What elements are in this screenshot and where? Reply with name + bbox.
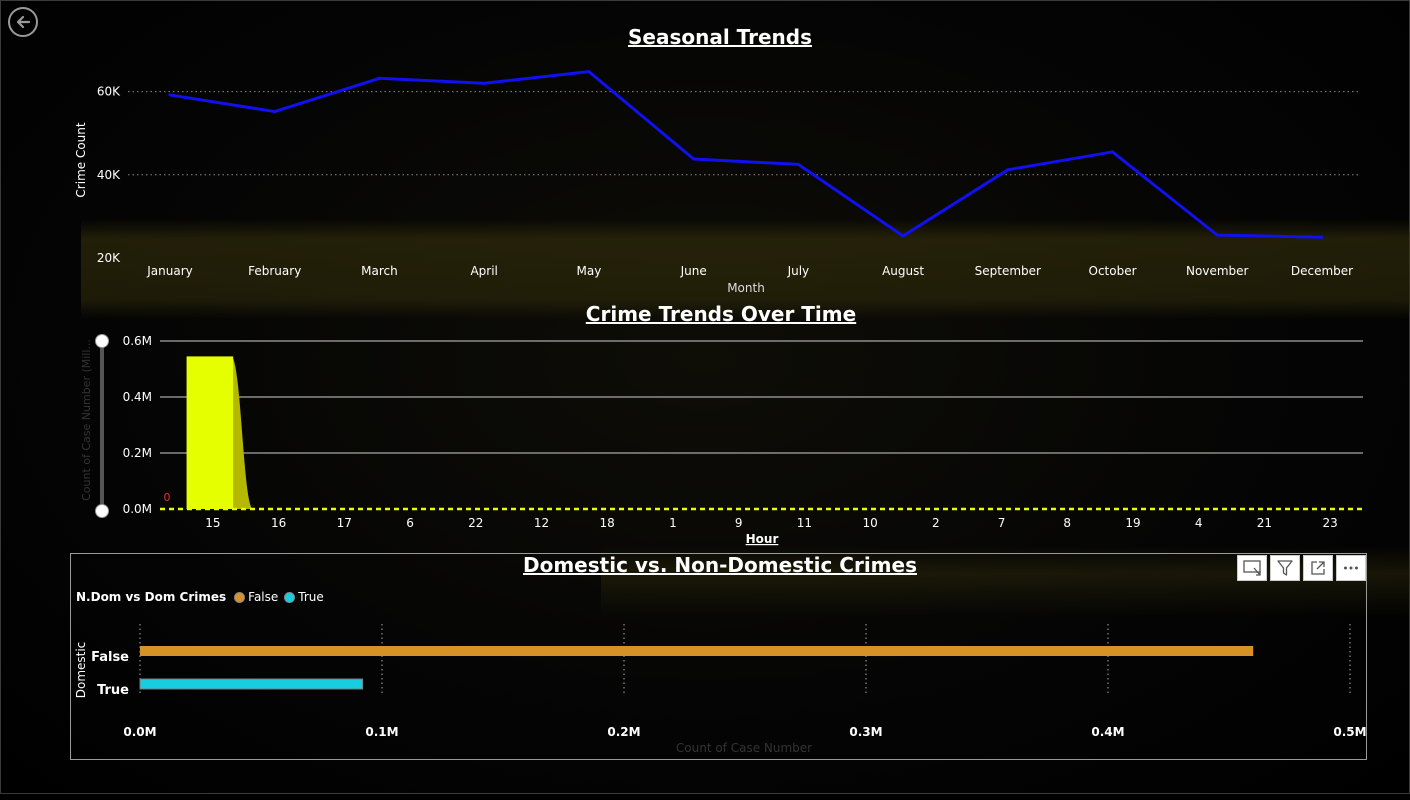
data-point	[482, 81, 486, 85]
x-tick-label: February	[248, 264, 301, 278]
data-point	[796, 162, 800, 166]
x-tick-label: 21	[1257, 516, 1272, 530]
x-axis-label: Count of Case Number	[676, 741, 812, 755]
x-tick-label: January	[146, 264, 193, 278]
expand-button[interactable]	[1303, 555, 1333, 581]
x-tick-label: October	[1089, 264, 1137, 278]
x-tick-label: 0.3M	[849, 725, 882, 739]
data-point	[1215, 233, 1219, 237]
data-point	[168, 93, 172, 97]
slider-top-handle[interactable]	[95, 334, 109, 348]
bar-true	[139, 678, 364, 690]
x-tick-label: May	[577, 264, 602, 278]
y-tick-label: 0.4M	[123, 390, 152, 404]
data-point	[1111, 150, 1115, 154]
x-tick-label: 1	[669, 516, 677, 530]
y-tick-label: 0.6M	[123, 334, 152, 348]
filter-icon	[1277, 560, 1293, 576]
data-point	[273, 110, 277, 114]
x-tick-label: December	[1291, 264, 1353, 278]
x-tick-label: 19	[1125, 516, 1140, 530]
filter-button[interactable]	[1270, 555, 1300, 581]
zero-annotation: 0	[164, 491, 171, 504]
data-point	[1320, 235, 1324, 239]
x-tick-label: 0.1M	[365, 725, 398, 739]
x-tick-label: 15	[205, 516, 220, 530]
y-tick-label: 0.0M	[123, 502, 152, 516]
series-line	[169, 70, 1323, 239]
expand-icon	[1311, 561, 1325, 575]
crime-trends-chart: Count of Case Number (Mill... Hour 0 0.0…	[80, 334, 1363, 546]
y-tick-label: 0.2M	[123, 446, 152, 460]
x-tick-label: 0.0M	[123, 725, 156, 739]
x-tick-label: 11	[797, 516, 812, 530]
x-tick-label: 7	[998, 516, 1006, 530]
x-tick-label: 0.2M	[607, 725, 640, 739]
x-axis-label: Hour	[746, 532, 779, 546]
y-tick-label: 40K	[97, 168, 121, 182]
x-tick-label: 10	[862, 516, 877, 530]
slider-track	[100, 340, 104, 512]
x-tick-label: 6	[406, 516, 414, 530]
data-point	[1006, 168, 1010, 172]
x-tick-label: 8	[1063, 516, 1071, 530]
focus-mode-button[interactable]	[1237, 555, 1267, 581]
x-tick-label: 18	[600, 516, 615, 530]
x-tick-label: 0.5M	[1333, 725, 1366, 739]
x-tick-label: April	[470, 264, 497, 278]
x-tick-label: 12	[534, 516, 549, 530]
y-axis-label: Crime Count	[74, 122, 88, 197]
y-tick-label: 60K	[97, 85, 121, 99]
x-tick-label: July	[787, 264, 810, 278]
y-tick-label: True	[97, 683, 129, 698]
x-tick-label: 16	[271, 516, 286, 530]
data-point	[692, 157, 696, 161]
area-mark	[186, 356, 234, 509]
bar-false	[140, 646, 1254, 656]
x-tick-label: 2	[932, 516, 940, 530]
seasonal-trends-chart: Crime Count Month 20K 40K 60K January Februa…	[74, 70, 1360, 295]
y-tick-label: 20K	[97, 251, 121, 265]
x-tick-label: June	[680, 264, 707, 278]
domestic-bar-chart: Domestic Count of Case Number 0.0M 0.1M 0.…	[74, 624, 1367, 755]
x-tick-label: November	[1186, 264, 1248, 278]
domestic-title: Domestic vs. Non-Domestic Crimes	[523, 553, 917, 577]
x-tick-label: 4	[1195, 516, 1203, 530]
slider-bottom-handle[interactable]	[95, 504, 109, 518]
x-tick-label: 17	[337, 516, 352, 530]
data-point	[901, 234, 905, 238]
data-point	[587, 70, 591, 74]
x-tick-label: September	[975, 264, 1041, 278]
y-tick-label: False	[91, 650, 129, 665]
focus-mode-icon	[1243, 560, 1261, 576]
y-axis-range-slider[interactable]	[95, 334, 109, 518]
visual-toolbar	[1237, 555, 1366, 581]
x-tick-label: 22	[468, 516, 483, 530]
y-axis-label: Count of Case Number (Mill...	[80, 339, 93, 501]
more-options-button[interactable]	[1336, 555, 1366, 581]
more-options-icon	[1344, 566, 1358, 570]
x-tick-label: 0.4M	[1091, 725, 1124, 739]
data-point	[377, 76, 381, 80]
x-tick-label: August	[882, 264, 924, 278]
x-tick-label: March	[361, 264, 398, 278]
x-axis-label: Month	[727, 281, 765, 295]
y-axis-label: Domestic	[74, 642, 88, 699]
x-tick-label: 23	[1322, 516, 1337, 530]
x-tick-label: 9	[735, 516, 743, 530]
